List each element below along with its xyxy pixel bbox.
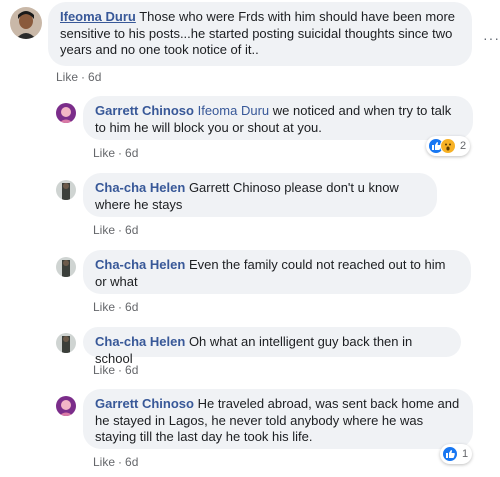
wow-reaction-icon [440,138,456,154]
reply-meta: Like · 6d [93,300,139,314]
avatar-photo-icon [56,103,76,123]
author-name[interactable]: Ifeoma Duru [60,9,136,24]
reply-bubble: Garrett Chinoso He traveled abroad, was … [83,389,473,449]
comment-meta: Like · 6d [56,70,102,84]
reply-meta: Like · 6d [93,455,139,469]
reaction-count: 1 [462,448,469,460]
reaction-summary[interactable]: 2 [426,136,471,156]
reply-meta: Like · 6d [93,363,139,377]
timestamp[interactable]: 6d [125,300,138,314]
author-name[interactable]: Garrett Chinoso [95,103,194,118]
comment-bubble: Ifeoma Duru Those who were Frds with him… [48,2,472,66]
avatar-photo-icon [56,396,76,416]
reply-meta: Like · 6d [93,223,139,237]
like-link[interactable]: Like [93,363,115,377]
avatar[interactable] [56,333,76,353]
avatar[interactable] [56,257,76,277]
timestamp[interactable]: 6d [125,223,138,237]
author-name[interactable]: Garrett Chinoso [95,396,194,411]
author-name[interactable]: Cha-cha Helen [95,334,185,349]
timestamp[interactable]: 6d [125,363,138,377]
avatar[interactable] [56,103,76,123]
reply-bubble: Garrett Chinoso Ifeoma Duru we noticed a… [83,96,473,140]
mention-link[interactable]: Ifeoma Duru [198,103,270,118]
more-options-button[interactable]: ··· [483,30,500,46]
reply-meta: Like · 6d [93,146,139,160]
timestamp[interactable]: 6d [88,70,101,84]
reply-bubble: Cha-cha Helen Oh what an intelligent guy… [83,327,461,366]
like-link[interactable]: Like [56,70,78,84]
like-link[interactable]: Like [93,223,115,237]
author-name[interactable]: Cha-cha Helen [95,180,185,195]
reply-bubble: Cha-cha Helen Even the family could not … [83,250,471,294]
like-link[interactable]: Like [93,455,115,469]
like-reaction-icon [442,446,458,462]
avatar[interactable] [10,7,42,39]
timestamp[interactable]: 6d [125,455,138,469]
avatar[interactable] [56,180,76,200]
avatar-photo-icon [56,333,76,353]
reaction-count: 2 [460,140,467,152]
like-link[interactable]: Like [93,300,115,314]
avatar[interactable] [56,396,76,416]
avatar-photo-icon [56,180,76,200]
timestamp[interactable]: 6d [125,146,138,160]
avatar-photo-icon [10,7,42,39]
reply-bubble: Cha-cha Helen Garrett Chinoso please don… [83,173,437,217]
avatar-photo-icon [56,257,76,277]
like-link[interactable]: Like [93,146,115,160]
author-name[interactable]: Cha-cha Helen [95,257,185,272]
reaction-summary[interactable]: 1 [440,444,473,464]
